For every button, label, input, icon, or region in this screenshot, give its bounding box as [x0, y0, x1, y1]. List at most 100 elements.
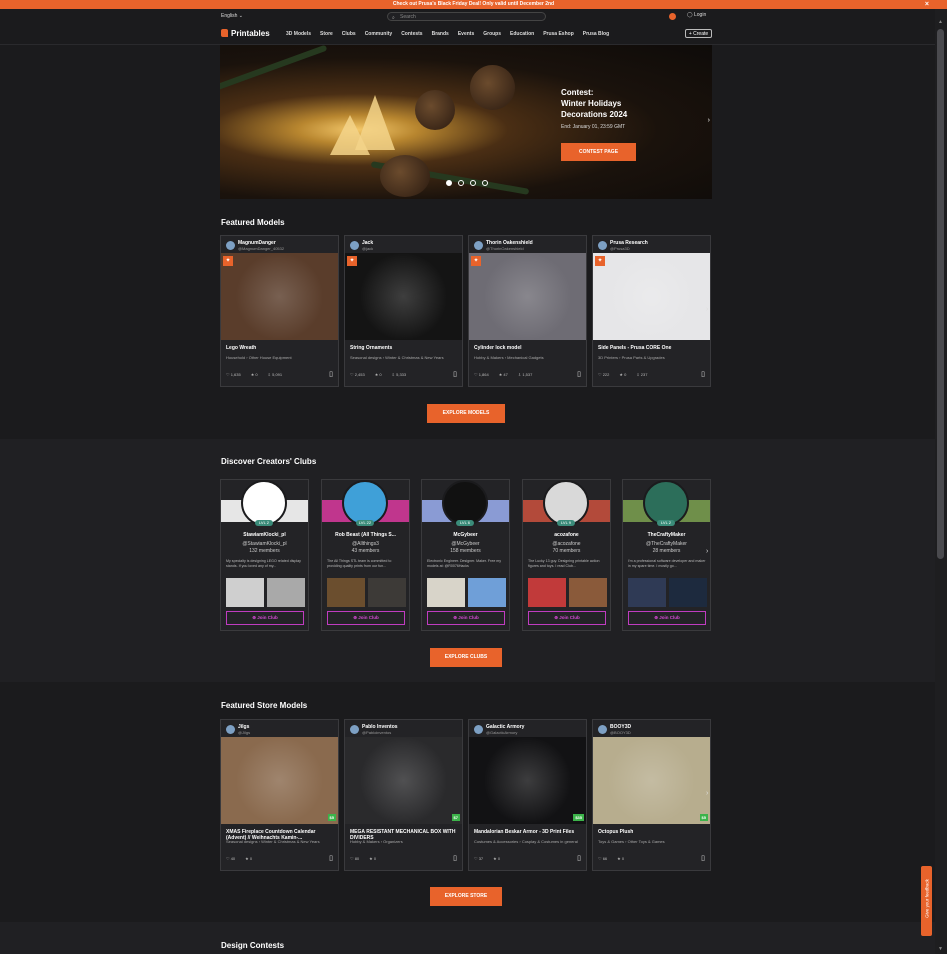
- bookmark-icon[interactable]: ▯: [577, 370, 581, 378]
- bookmark-icon[interactable]: ▯: [701, 370, 705, 378]
- model-category[interactable]: Hobby & Makers › Mechanical Gadgets: [474, 355, 544, 360]
- club-card[interactable]: LVL 22 Rob Beast (All Things S... @Allthin…: [321, 479, 410, 631]
- join-club-button[interactable]: ⊕ Join Club: [226, 611, 304, 625]
- model-category[interactable]: Costumes & Accessories › Cosplay & Costu…: [474, 839, 578, 844]
- club-thumbnail[interactable]: [669, 578, 707, 607]
- club-thumbnail[interactable]: [226, 578, 264, 607]
- explore-clubs-button[interactable]: EXPLORE CLUBS: [430, 648, 502, 667]
- join-club-button[interactable]: ⊕ Join Club: [327, 611, 405, 625]
- like-button[interactable]: ♡ 1,864: [474, 372, 489, 377]
- nav-community[interactable]: Community: [365, 31, 393, 37]
- club-card[interactable]: LVL 2 TheCraftyMaker @TheCraftyMaker 28 mem…: [622, 479, 711, 631]
- model-category[interactable]: Seasonal designs › Winter & Christmas & …: [226, 839, 320, 844]
- bookmark-icon[interactable]: ▯: [453, 370, 457, 378]
- model-title[interactable]: Side Panels - Prusa CORE One: [598, 345, 706, 351]
- model-image[interactable]: [593, 253, 710, 340]
- join-club-button[interactable]: ⊕ Join Club: [427, 611, 505, 625]
- language-selector[interactable]: English ⌄: [221, 13, 243, 19]
- model-title[interactable]: Octopus Plush: [598, 829, 706, 835]
- scroll-up-icon[interactable]: ▲: [938, 19, 943, 25]
- join-club-button[interactable]: ⊕ Join Club: [628, 611, 706, 625]
- chevron-right-icon[interactable]: ›: [706, 306, 708, 313]
- model-image[interactable]: [221, 253, 338, 340]
- club-name[interactable]: Rob Beast (All Things S...: [322, 532, 409, 538]
- like-button[interactable]: ♡ 40: [226, 856, 235, 861]
- carousel-dot[interactable]: [458, 180, 464, 186]
- model-image[interactable]: [593, 737, 710, 824]
- club-thumbnail[interactable]: [468, 578, 506, 607]
- bookmark-icon[interactable]: ▯: [701, 854, 705, 862]
- model-title[interactable]: Mandalorian Beskar Armor - 3D Print File…: [474, 829, 582, 835]
- bookmark-icon[interactable]: ▯: [453, 854, 457, 862]
- model-title[interactable]: String Ornaments: [350, 345, 458, 351]
- chevron-right-icon[interactable]: ›: [708, 117, 710, 124]
- scrollbar[interactable]: ▲ ▼: [935, 9, 947, 954]
- nav-prusa-blog[interactable]: Prusa Blog: [583, 31, 609, 37]
- carousel-dot[interactable]: [446, 180, 452, 186]
- explore-models-button[interactable]: EXPLORE MODELS: [427, 404, 505, 423]
- nav-contests[interactable]: Contests: [401, 31, 422, 37]
- model-card[interactable]: MagnumDanger @MagnumDanger_40532 ✦ Lego Wre…: [220, 235, 339, 387]
- club-thumbnail[interactable]: [628, 578, 666, 607]
- model-card[interactable]: Jack @jack ✦ String Ornaments Seasonal desig…: [344, 235, 463, 387]
- login-button[interactable]: ◯ Login: [687, 12, 706, 18]
- model-image[interactable]: [345, 737, 462, 824]
- store-model-card[interactable]: BOOY3D @BOOY3D $5 Octopus Plush Toys & Games…: [592, 719, 711, 871]
- like-button[interactable]: ♡ 66: [598, 856, 607, 861]
- model-category[interactable]: 3D Printers › Prusa Parts & Upgrades: [598, 355, 665, 360]
- club-card[interactable]: LVL 6 McGybeer @McGybeer 158 members Electro…: [421, 479, 510, 631]
- nav-events[interactable]: Events: [458, 31, 474, 37]
- club-thumbnail[interactable]: [267, 578, 305, 607]
- club-card[interactable]: LVL 9 acozafone @acozafone 70 members The Lu…: [522, 479, 611, 631]
- nav-education[interactable]: Education: [510, 31, 534, 37]
- store-model-card[interactable]: Jilgs @Jilgs $5 XMAS Fireplace Countdown Ca…: [220, 719, 339, 871]
- club-name[interactable]: TheCraftyMaker: [623, 532, 710, 538]
- like-button[interactable]: ♡ 37: [474, 856, 483, 861]
- chevron-right-icon[interactable]: ›: [706, 790, 708, 797]
- contest-page-button[interactable]: CONTEST PAGE: [561, 143, 636, 161]
- model-category[interactable]: Seasonal designs › Winter & Christmas & …: [350, 355, 444, 360]
- model-category[interactable]: Toys & Games › Other Toys & Games: [598, 839, 665, 844]
- model-card[interactable]: Thorin Oakenshield @ThorinOakenshield ✦ Cyl…: [468, 235, 587, 387]
- search-input[interactable]: ⌕ Search: [387, 12, 546, 21]
- create-button[interactable]: + Create: [685, 29, 712, 38]
- club-name[interactable]: StawiamKlocki_pl: [221, 532, 308, 538]
- like-button[interactable]: ♡ 2,453: [350, 372, 365, 377]
- model-title[interactable]: Cylinder lock model: [474, 345, 582, 351]
- nav-clubs[interactable]: Clubs: [342, 31, 356, 37]
- like-button[interactable]: ♡ 1,635: [226, 372, 241, 377]
- notification-icon[interactable]: [669, 13, 676, 20]
- like-button[interactable]: ♡ 222: [598, 372, 609, 377]
- nav-prusa-eshop[interactable]: Prusa Eshop: [543, 31, 574, 37]
- nav-store[interactable]: Store: [320, 31, 333, 37]
- bookmark-icon[interactable]: ▯: [329, 854, 333, 862]
- model-image[interactable]: [469, 737, 586, 824]
- model-category[interactable]: Hobby & Makers › Organizers: [350, 839, 403, 844]
- chevron-right-icon[interactable]: ›: [706, 548, 708, 555]
- model-image[interactable]: [345, 253, 462, 340]
- nav-brands[interactable]: Brands: [432, 31, 449, 37]
- scroll-down-icon[interactable]: ▼: [938, 946, 943, 952]
- club-card[interactable]: LVL 2 StawiamKlocki_pl @StawiamKlocki_pl 13…: [220, 479, 309, 631]
- model-title[interactable]: Lego Wreath: [226, 345, 334, 351]
- model-category[interactable]: Household › Other House Equipment: [226, 355, 292, 360]
- bookmark-icon[interactable]: ▯: [329, 370, 333, 378]
- nav-groups[interactable]: Groups: [483, 31, 501, 37]
- club-thumbnail[interactable]: [327, 578, 365, 607]
- promo-banner[interactable]: Check out Prusa's Black Friday Deal! Onl…: [0, 0, 947, 9]
- store-model-card[interactable]: Pablo Inventos @Pabloinventos $7 MEGA RESIS…: [344, 719, 463, 871]
- club-name[interactable]: McGybeer: [422, 532, 509, 538]
- join-club-button[interactable]: ⊕ Join Club: [528, 611, 606, 625]
- club-thumbnail[interactable]: [427, 578, 465, 607]
- model-card[interactable]: Prusa Research @Prusa3D ✦ Side Panels - Pru…: [592, 235, 711, 387]
- explore-store-button[interactable]: EXPLORE STORE: [430, 887, 502, 906]
- club-thumbnail[interactable]: [569, 578, 607, 607]
- model-image[interactable]: [469, 253, 586, 340]
- scrollbar-thumb[interactable]: [937, 29, 944, 559]
- club-thumbnail[interactable]: [368, 578, 406, 607]
- feedback-button[interactable]: Give your feedback: [921, 866, 932, 936]
- model-image[interactable]: [221, 737, 338, 824]
- club-thumbnail[interactable]: [528, 578, 566, 607]
- close-icon[interactable]: ×: [925, 0, 929, 9]
- carousel-dot[interactable]: [482, 180, 488, 186]
